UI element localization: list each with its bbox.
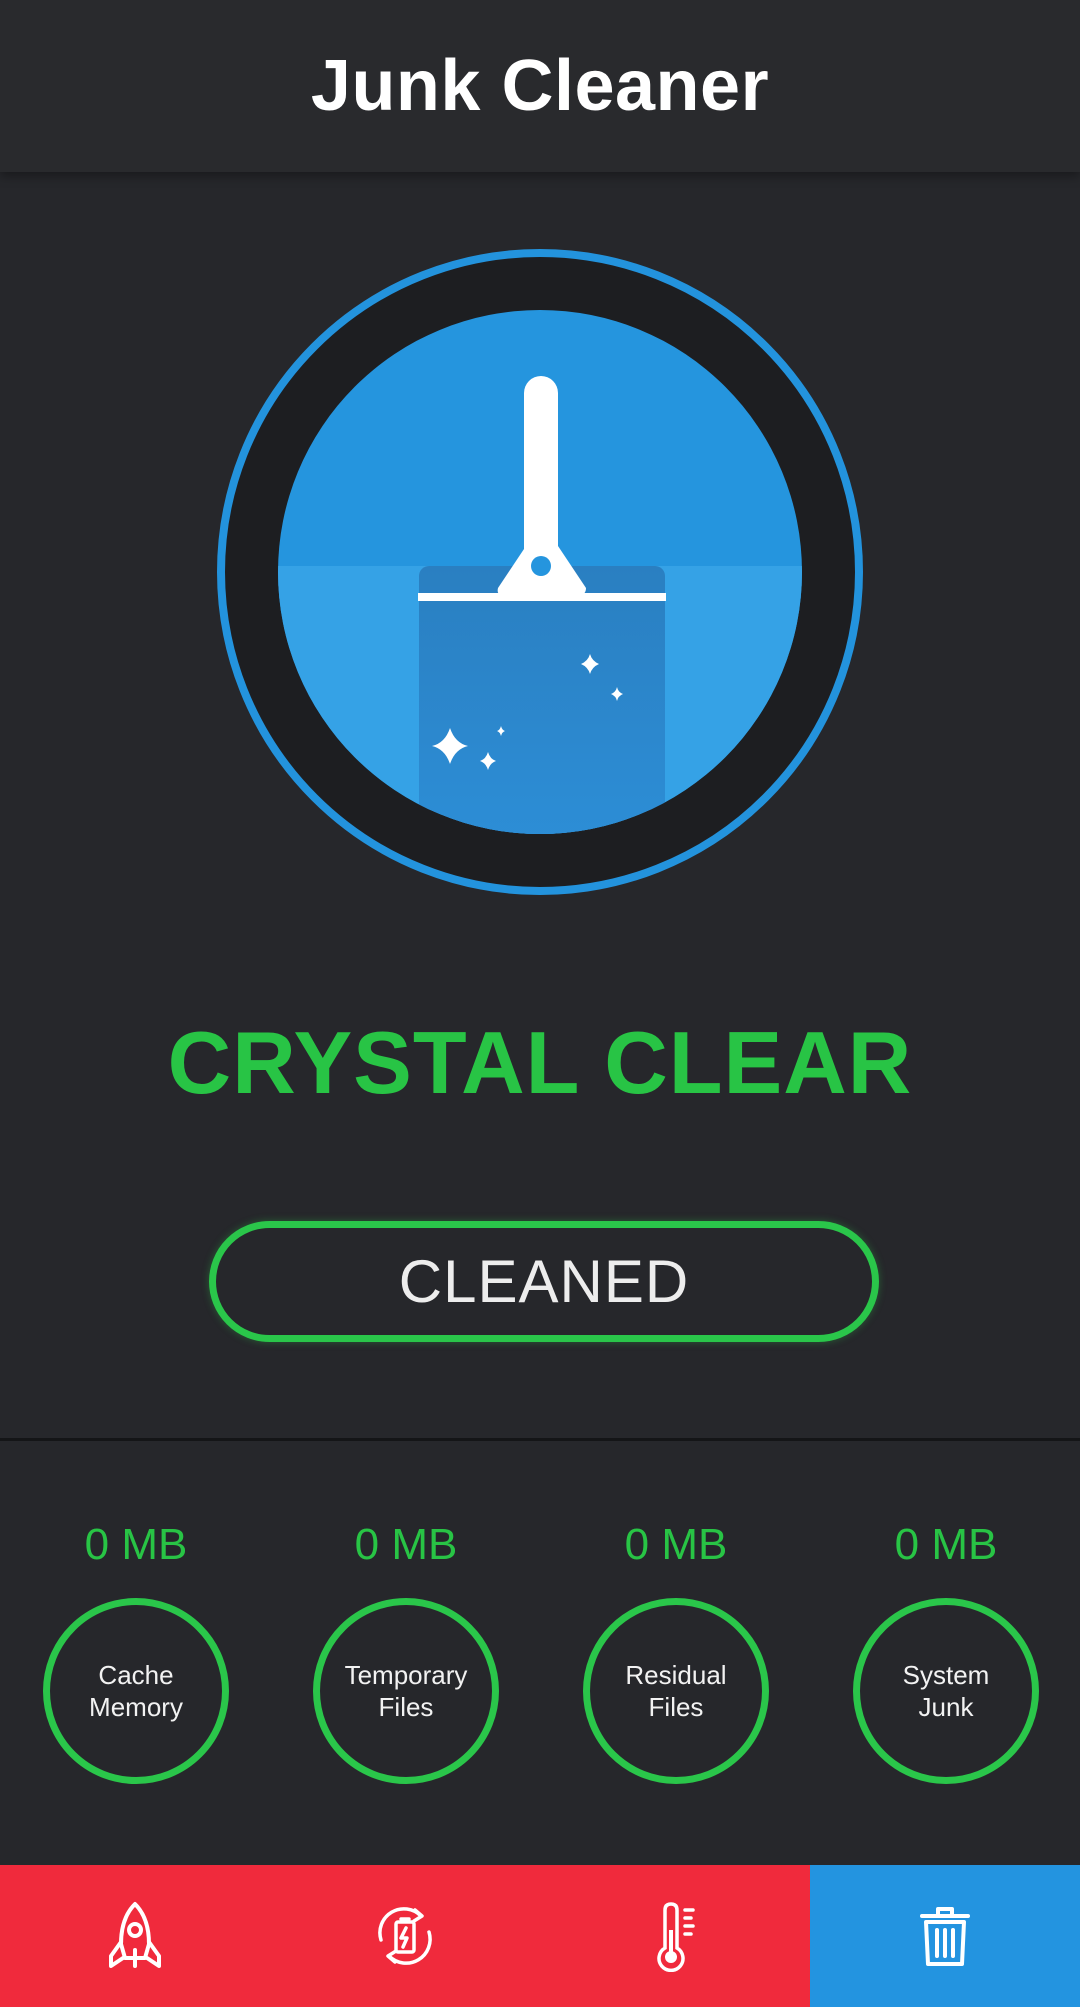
nav-battery-saver[interactable] (270, 1865, 540, 2007)
stat-ring: Temporary Files (313, 1598, 499, 1784)
status-title: CRYSTAL CLEAR (167, 1013, 913, 1112)
nav-cpu-cooler[interactable] (540, 1865, 810, 2007)
rocket-icon (109, 1902, 161, 1968)
app-header: Junk Cleaner (0, 0, 1080, 172)
stat-value: 0 MB (84, 1520, 188, 1569)
stat-value: 0 MB (894, 1520, 998, 1569)
thermometer-icon (657, 1902, 695, 1972)
broom-icon (217, 249, 863, 895)
nav-junk-cleaner[interactable] (810, 1865, 1080, 2007)
broom-illustration (214, 246, 866, 898)
stat-ring: System Junk (853, 1598, 1039, 1784)
stat-residual-files: 0 MB Residual Files (581, 1510, 771, 1784)
junk-cleaner-screen: Junk Cleaner CRYSTAL CLEAR CLEANED 0 MB … (0, 0, 1080, 2007)
nav-boost[interactable] (0, 1865, 270, 2007)
cleaned-button[interactable]: CLEANED (209, 1221, 879, 1342)
stat-label: Files (648, 1692, 704, 1722)
bottom-navigation (0, 1865, 1080, 2007)
stat-label: Temporary (344, 1660, 468, 1690)
stat-ring: Cache Memory (43, 1598, 229, 1784)
stat-label: Junk (918, 1692, 974, 1722)
trash-icon (920, 1907, 970, 1966)
stat-label: System (902, 1660, 990, 1690)
battery-refresh-icon (378, 1907, 432, 1965)
page-title: Junk Cleaner (310, 46, 770, 126)
stat-system-junk: 0 MB System Junk (851, 1510, 1041, 1784)
stat-temporary-files: 0 MB Temporary Files (311, 1510, 501, 1784)
stat-label: Cache (98, 1660, 174, 1690)
stat-ring: Residual Files (583, 1598, 769, 1784)
stat-value: 0 MB (354, 1520, 458, 1569)
stat-label: Residual (625, 1660, 727, 1690)
section-divider (0, 1438, 1080, 1441)
stat-label: Memory (89, 1692, 183, 1722)
stat-value: 0 MB (624, 1520, 728, 1569)
stat-cache-memory: 0 MB Cache Memory (41, 1510, 231, 1784)
stat-label: Files (378, 1692, 434, 1722)
